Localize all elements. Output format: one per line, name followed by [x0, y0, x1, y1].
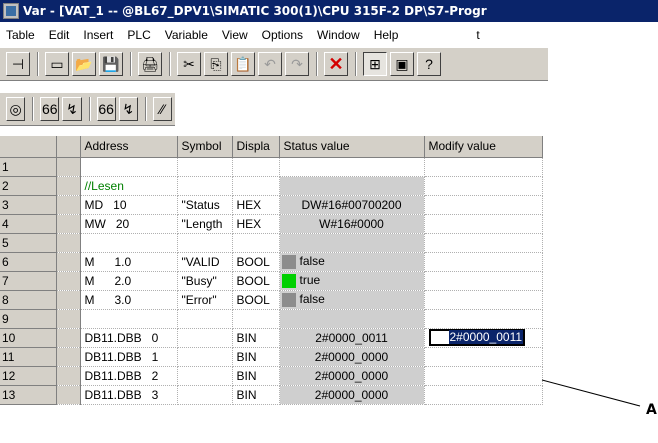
callout-leader-line — [541, 379, 641, 407]
callout-label: A — [646, 402, 657, 418]
